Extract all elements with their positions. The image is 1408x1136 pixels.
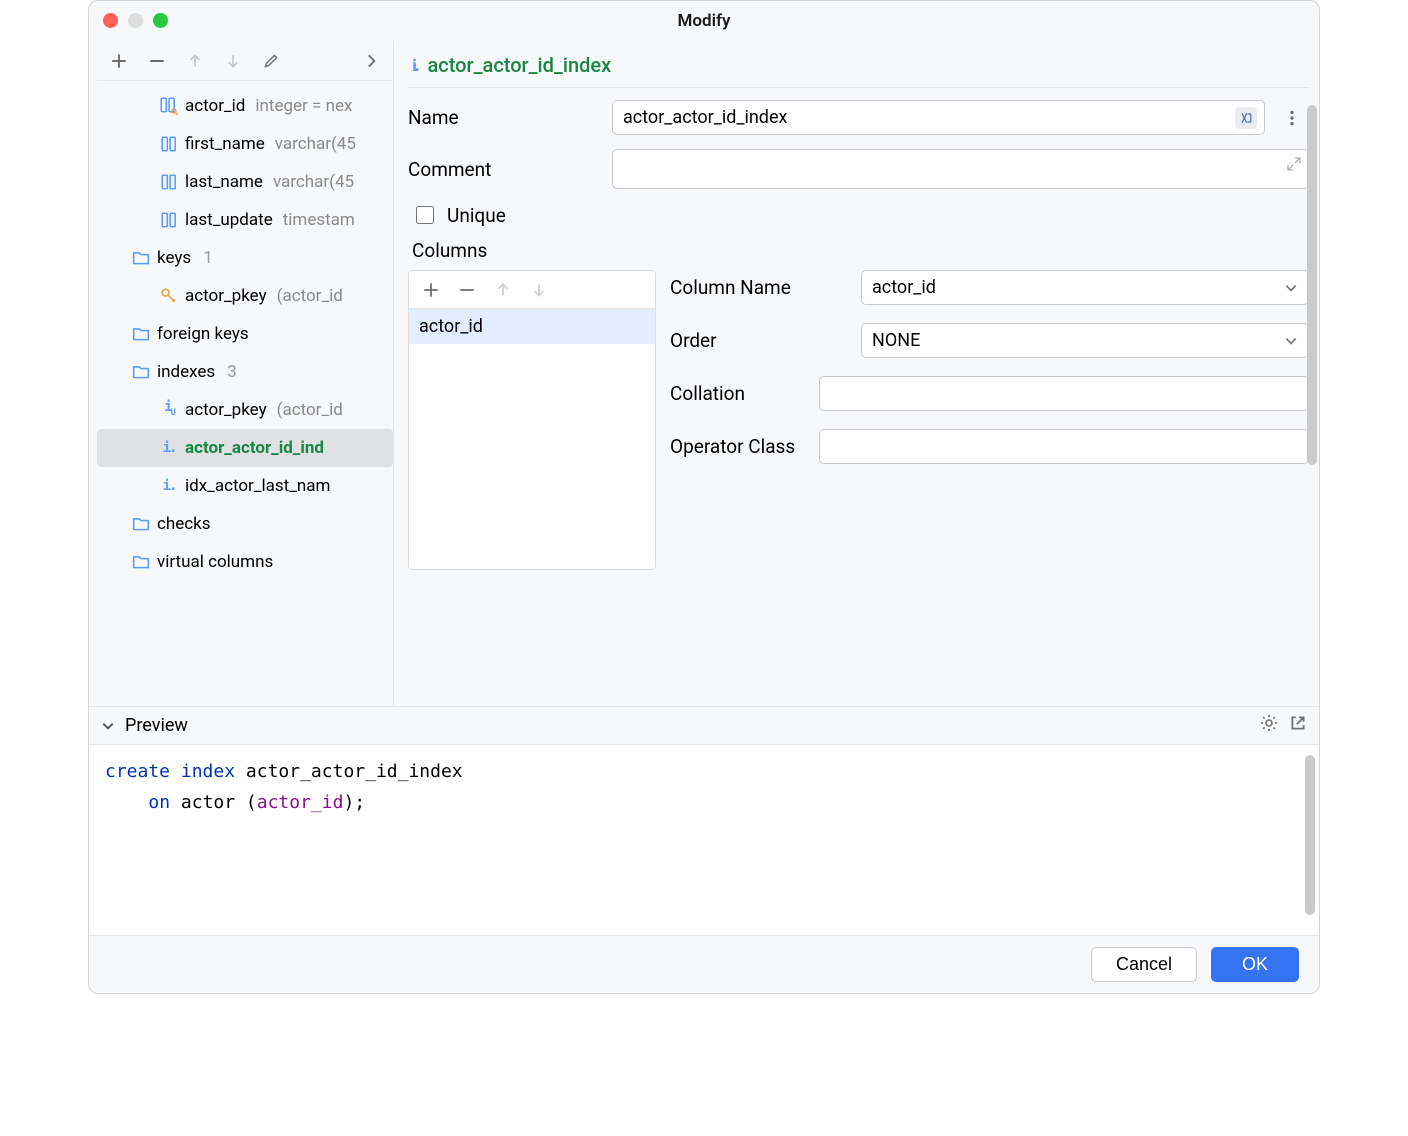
column-name-label: Column Name [670, 276, 845, 299]
modify-dialog: Modify [88, 0, 1320, 994]
unique-label: Unique [447, 204, 506, 227]
collation-label: Collation [670, 382, 803, 405]
comment-input[interactable] [612, 149, 1309, 189]
breadcrumb: i. actor_actor_id_index [408, 49, 1309, 88]
col-up-icon [485, 274, 521, 306]
order-label: Order [670, 329, 845, 352]
collation-input[interactable] [819, 376, 1309, 411]
maximize-icon[interactable] [153, 13, 168, 28]
preview-label: Preview [125, 715, 188, 736]
col-down-icon [521, 274, 557, 306]
name-input[interactable] [612, 100, 1265, 135]
tree-item[interactable]: iUactor_pkey(actor_id [97, 391, 393, 429]
tree-item[interactable]: i.idx_actor_last_nam [97, 467, 393, 505]
edit-icon[interactable] [253, 45, 289, 77]
tree-item[interactable]: actor_idinteger = nex [97, 87, 393, 125]
chevron-down-icon [1284, 281, 1298, 295]
dialog-footer: Cancel OK [89, 935, 1319, 993]
close-icon[interactable] [103, 13, 118, 28]
unique-checkbox[interactable] [416, 206, 434, 224]
tree-item[interactable]: last_updatetimestam [97, 201, 393, 239]
more-menu-icon[interactable] [1275, 101, 1309, 135]
tree-item[interactable]: virtual columns [97, 543, 393, 581]
open-external-icon[interactable] [1289, 714, 1307, 737]
tree-item[interactable]: indexes3 [97, 353, 393, 391]
preview-scrollbar[interactable] [1305, 755, 1315, 915]
tree-item[interactable]: checks [97, 505, 393, 543]
column-properties: Column Name actor_id Order NONE [670, 270, 1309, 570]
col-add-icon[interactable] [413, 274, 449, 306]
index-icon: i. [412, 55, 418, 76]
minimize-icon[interactable] [128, 13, 143, 28]
move-down-icon [215, 45, 251, 77]
column-name-select[interactable]: actor_id [861, 270, 1309, 305]
operator-class-label: Operator Class [670, 435, 803, 458]
detail-scrollbar[interactable] [1307, 105, 1317, 465]
chevron-down-icon [1284, 334, 1298, 348]
detail-panel: i. actor_actor_id_index Name [394, 41, 1319, 706]
tree-item[interactable]: first_namevarchar(45 [97, 125, 393, 163]
breadcrumb-label: actor_actor_id_index [428, 53, 612, 77]
preview-sql: create index actor_actor_id_index on act… [89, 745, 1319, 935]
ok-button[interactable]: OK [1211, 947, 1299, 982]
columns-list-item[interactable]: actor_id [409, 309, 655, 344]
chevron-down-icon [101, 719, 115, 733]
operator-class-input[interactable] [819, 429, 1309, 464]
structure-tree[interactable]: actor_idinteger = nexfirst_namevarchar(4… [97, 81, 393, 706]
window-controls [103, 13, 168, 28]
window-title: Modify [678, 11, 731, 31]
tree-item[interactable]: foreign keys [97, 315, 393, 353]
columns-header: Columns [412, 239, 1309, 262]
columns-toolbar [409, 271, 655, 309]
gear-icon[interactable] [1259, 713, 1279, 738]
expand-icon[interactable] [1286, 156, 1302, 176]
structure-sidebar: actor_idinteger = nexfirst_namevarchar(4… [89, 41, 394, 706]
tree-item[interactable]: keys1 [97, 239, 393, 277]
preview-header[interactable]: Preview [89, 706, 1319, 745]
sidebar-toolbar [97, 41, 393, 81]
remove-icon[interactable] [139, 45, 175, 77]
chevron-right-icon[interactable] [353, 45, 389, 77]
add-icon[interactable] [101, 45, 137, 77]
col-remove-icon[interactable] [449, 274, 485, 306]
titlebar: Modify [89, 1, 1319, 41]
tree-item[interactable]: i.actor_actor_id_ind [97, 429, 393, 467]
comment-label: Comment [408, 158, 598, 181]
tree-item[interactable]: last_namevarchar(45 [97, 163, 393, 201]
cancel-button[interactable]: Cancel [1091, 947, 1197, 982]
name-label: Name [408, 106, 598, 129]
font-switch-icon[interactable] [1235, 107, 1257, 129]
tree-item[interactable]: actor_pkey(actor_id [97, 277, 393, 315]
columns-list: actor_id [408, 270, 656, 570]
order-select[interactable]: NONE [861, 323, 1309, 358]
move-up-icon [177, 45, 213, 77]
